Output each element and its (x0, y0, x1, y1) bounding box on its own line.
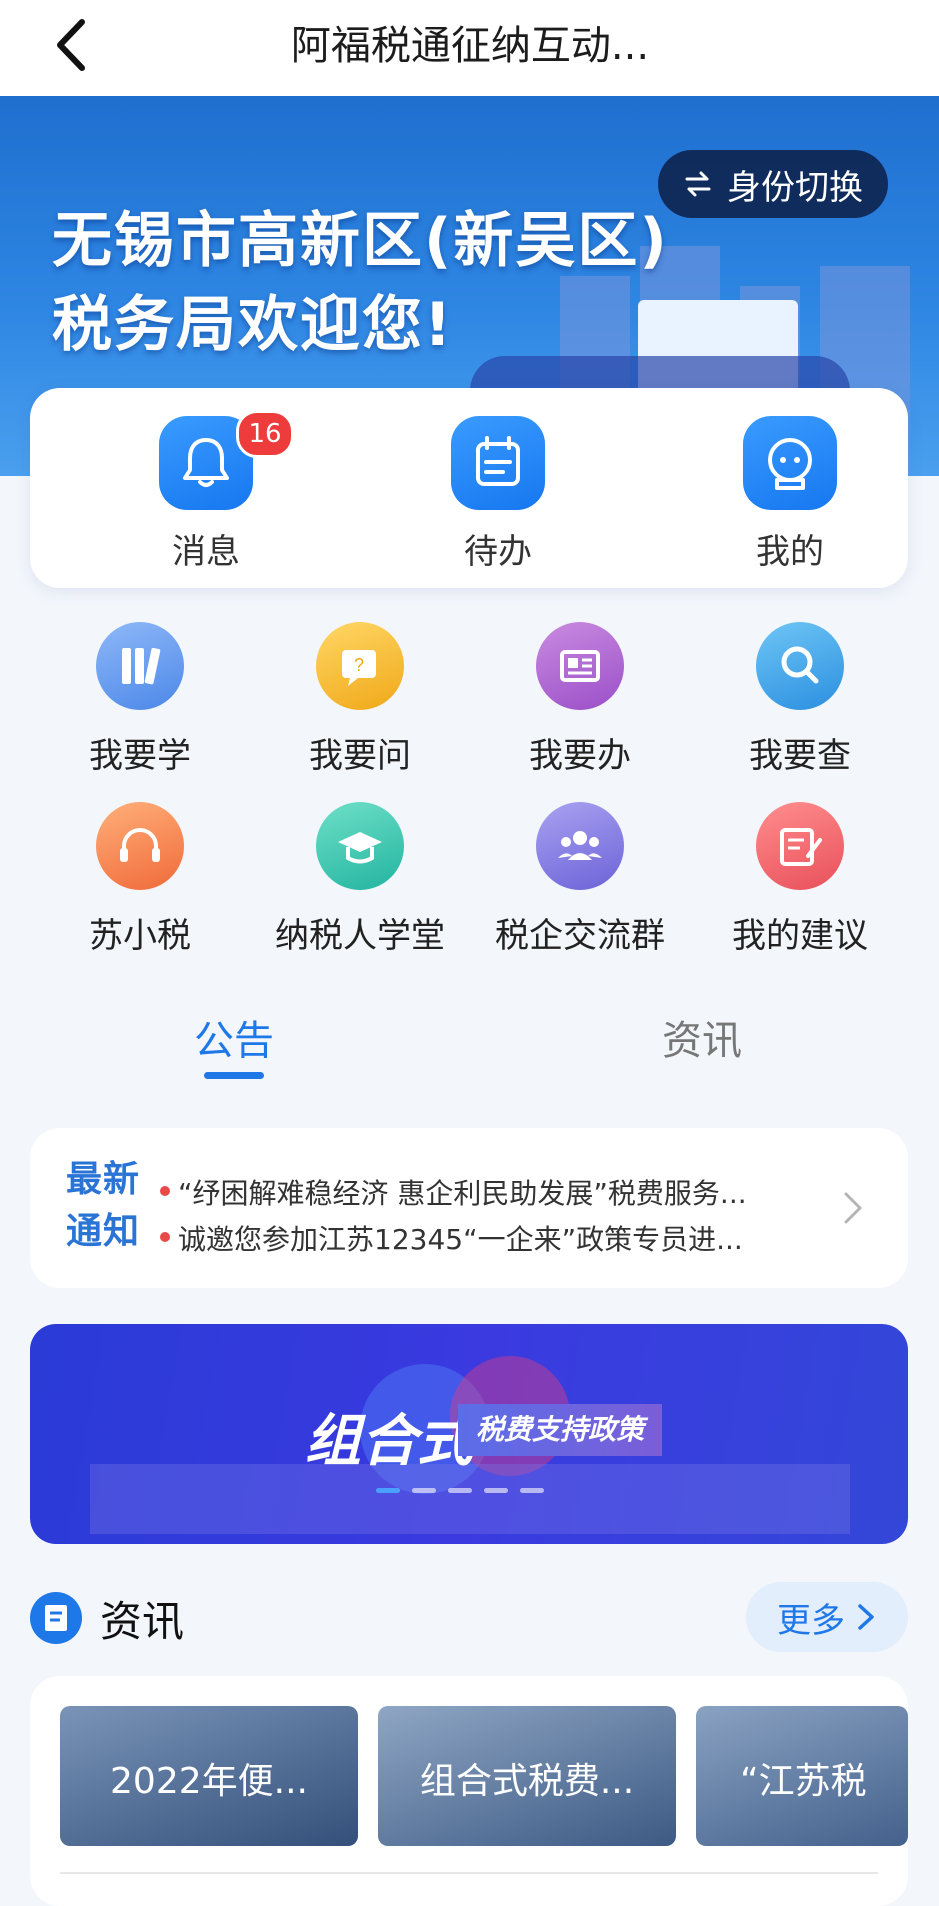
chevron-left-icon (57, 19, 85, 71)
carousel-dot[interactable] (448, 1488, 472, 1493)
carousel-dot[interactable] (484, 1488, 508, 1493)
carousel-dot[interactable] (520, 1488, 544, 1493)
swap-icon (685, 171, 711, 197)
quick-todo[interactable]: 待办 (408, 416, 588, 572)
news-section-icon (30, 1592, 82, 1644)
robot-icon (743, 416, 837, 510)
service-taxpayer-school-label: 纳税人学堂 (275, 916, 445, 956)
headset-icon (96, 802, 184, 890)
latest-notice-tag: 最新 通知 (66, 1154, 156, 1258)
quick-mine[interactable]: 我的 (700, 416, 880, 572)
policy-promo-banner[interactable]: 组合式 税费支持政策 (30, 1324, 908, 1544)
search-icon (756, 622, 844, 710)
notice-item[interactable]: “纾困解难稳经济 惠企利民助发展”税费服务... (160, 1172, 747, 1212)
bullet-dot (160, 1232, 170, 1242)
chevron-right-icon (858, 1604, 874, 1630)
news-card-title: 组合式税费... (419, 1761, 635, 1802)
quick-messages[interactable]: 16 消息 (116, 410, 296, 572)
news-card[interactable]: 组合式税费... (378, 1706, 676, 1846)
service-ask-label: 我要问 (309, 736, 411, 776)
service-su-xiaoshui[interactable]: 苏小税 (50, 802, 230, 962)
service-learn-label: 我要学 (89, 736, 191, 776)
tab-announcements[interactable]: 公告 (194, 1008, 274, 1066)
carousel-dot-active[interactable] (376, 1488, 400, 1493)
notice-item-text: “纾困解难稳经济 惠企利民助发展”税费服务... (178, 1177, 747, 1210)
service-search-label: 我要查 (749, 736, 851, 776)
divider (60, 1872, 878, 1874)
service-exchange-group[interactable]: 税企交流群 (490, 802, 670, 962)
notice-tag-line1: 最新 (66, 1159, 141, 1200)
banner-heading-line2: 税务局欢迎您! (52, 290, 454, 360)
newspaper-icon (536, 622, 624, 710)
quick-todo-label: 待办 (464, 532, 532, 572)
edit-note-icon (756, 802, 844, 890)
service-do[interactable]: 我要办 (490, 622, 670, 782)
active-tab-indicator (204, 1072, 264, 1079)
switch-identity-label: 身份切换 (727, 167, 863, 208)
svg-text:?: ? (354, 655, 364, 675)
service-taxpayer-school[interactable]: 纳税人学堂 (270, 802, 450, 962)
question-chat-icon: ? (316, 622, 404, 710)
news-card-title: “江苏税 (740, 1761, 867, 1802)
quick-messages-label: 消息 (172, 532, 240, 572)
bullet-dot (160, 1186, 170, 1196)
service-exchange-group-label: 税企交流群 (495, 916, 665, 956)
calendar-icon (451, 416, 545, 510)
quick-actions-card: 16 消息 待办 我的 (30, 388, 908, 588)
tab-news[interactable]: 资讯 (662, 1008, 742, 1066)
graduation-cap-icon (316, 802, 404, 890)
more-news-button[interactable]: 更多 (746, 1582, 908, 1652)
service-suggestion[interactable]: 我的建议 (710, 802, 890, 962)
quick-mine-label: 我的 (756, 532, 824, 572)
service-do-label: 我要办 (529, 736, 631, 776)
books-icon (96, 622, 184, 710)
service-su-xiaoshui-label: 苏小税 (89, 916, 191, 956)
carousel-dot[interactable] (412, 1488, 436, 1493)
latest-notice-card[interactable]: 最新 通知 “纾困解难稳经济 惠企利民助发展”税费服务... 诚邀您参加江苏12… (30, 1128, 908, 1288)
service-search[interactable]: 我要查 (710, 622, 890, 782)
news-card[interactable]: “江苏税 (696, 1706, 908, 1846)
banner-heading-line1: 无锡市高新区(新吴区) (52, 206, 669, 276)
service-ask[interactable]: ? 我要问 (270, 622, 450, 782)
back-button[interactable] (48, 10, 98, 80)
notice-tag-line2: 通知 (66, 1211, 141, 1252)
promo-subtitle: 税费支持政策 (458, 1404, 663, 1456)
news-section-title: 资讯 (100, 1597, 185, 1646)
more-label: 更多 (777, 1600, 845, 1641)
promo-title: 组合式 (305, 1409, 473, 1474)
chevron-right-icon (844, 1192, 862, 1224)
service-suggestion-label: 我的建议 (732, 916, 868, 956)
service-learn[interactable]: 我要学 (50, 622, 230, 782)
news-card[interactable]: 2022年便... (60, 1706, 358, 1846)
switch-identity-button[interactable]: 身份切换 (658, 150, 888, 218)
group-icon (536, 802, 624, 890)
unread-count-badge: 16 (236, 410, 294, 458)
news-card-title: 2022年便... (110, 1761, 308, 1802)
notice-item[interactable]: 诚邀您参加江苏12345“一企来”政策专员进... (160, 1218, 743, 1258)
page-title: 阿福税通征纳互动... (290, 23, 650, 69)
notice-item-text: 诚邀您参加江苏12345“一企来”政策专员进... (178, 1223, 743, 1256)
